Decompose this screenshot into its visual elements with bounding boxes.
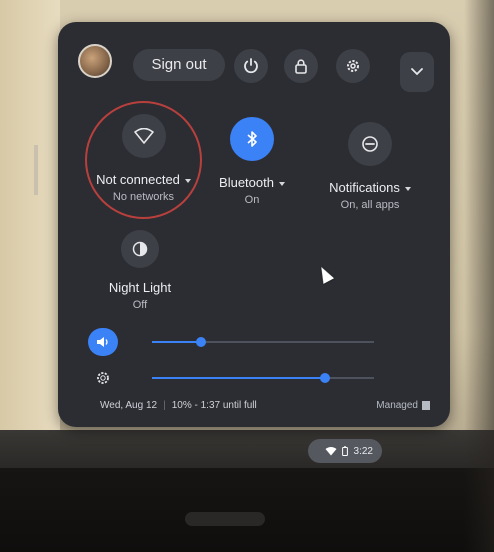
night-light-status: Off [132,299,148,311]
battery-status[interactable]: 10% - 1:37 until full [172,400,257,411]
power-button[interactable] [234,49,268,83]
wallpaper-mark [34,145,38,195]
notifications-label[interactable]: Notifications [320,180,420,195]
footer-separator: | [163,400,166,411]
settings-button[interactable] [336,49,370,83]
sign-out-button[interactable]: Sign out [133,49,225,81]
date-text[interactable]: Wed, Aug 12 [100,400,157,411]
brightness-slider[interactable] [152,373,374,383]
shelf [0,430,494,470]
photo-edge-shadow [464,0,494,552]
status-tray[interactable]: 3:22 [308,439,382,463]
wifi-icon [325,446,337,455]
volume-slider[interactable] [152,337,374,347]
brightness-icon [97,372,109,384]
power-icon [244,58,258,74]
clock: 3:22 [353,445,373,457]
laptop-hinge [185,512,265,526]
mute-button[interactable] [88,328,118,356]
gear-icon [347,60,359,72]
night-light-icon [132,241,148,257]
volume-icon [97,337,108,347]
bluetooth-icon [247,131,257,147]
brightness-slider-row [88,364,418,392]
managed-building-icon [422,401,430,410]
tile-night-light[interactable]: Night Light Off [100,230,180,311]
bluetooth-dropdown-icon [278,181,285,186]
night-light-label: Night Light [108,280,172,295]
bluetooth-toggle[interactable] [230,117,274,161]
notifications-status: On, all apps [340,199,400,211]
collapse-button[interactable] [400,52,434,92]
avatar[interactable] [78,44,112,78]
annotation-circle [85,101,202,219]
volume-thumb[interactable] [196,337,206,347]
bluetooth-status: On [244,194,260,206]
laptop-bezel [0,468,494,552]
battery-icon [341,446,348,456]
tile-notifications[interactable]: Notifications On, all apps [320,122,420,211]
notifications-dropdown-icon [404,186,411,191]
desktop-wallpaper [0,0,60,455]
night-light-toggle[interactable] [121,230,159,268]
volume-slider-row [88,328,418,356]
tile-bluetooth[interactable]: Bluetooth On [210,117,294,206]
status-footer: Wed, Aug 12 | 10% - 1:37 until full Manage… [100,400,440,411]
notifications-toggle[interactable] [348,122,392,166]
do-not-disturb-icon [362,136,378,152]
volume-fill [152,341,201,343]
brightness-button[interactable] [88,364,118,392]
managed-label[interactable]: Managed [376,400,418,411]
brightness-fill [152,377,325,379]
quick-settings-panel: Sign out Not connected No networks Bluet… [58,22,450,427]
brightness-thumb[interactable] [320,373,330,383]
lock-icon [295,59,307,74]
chevron-down-icon [411,68,423,76]
bluetooth-label[interactable]: Bluetooth [210,175,294,190]
lock-button[interactable] [284,49,318,83]
